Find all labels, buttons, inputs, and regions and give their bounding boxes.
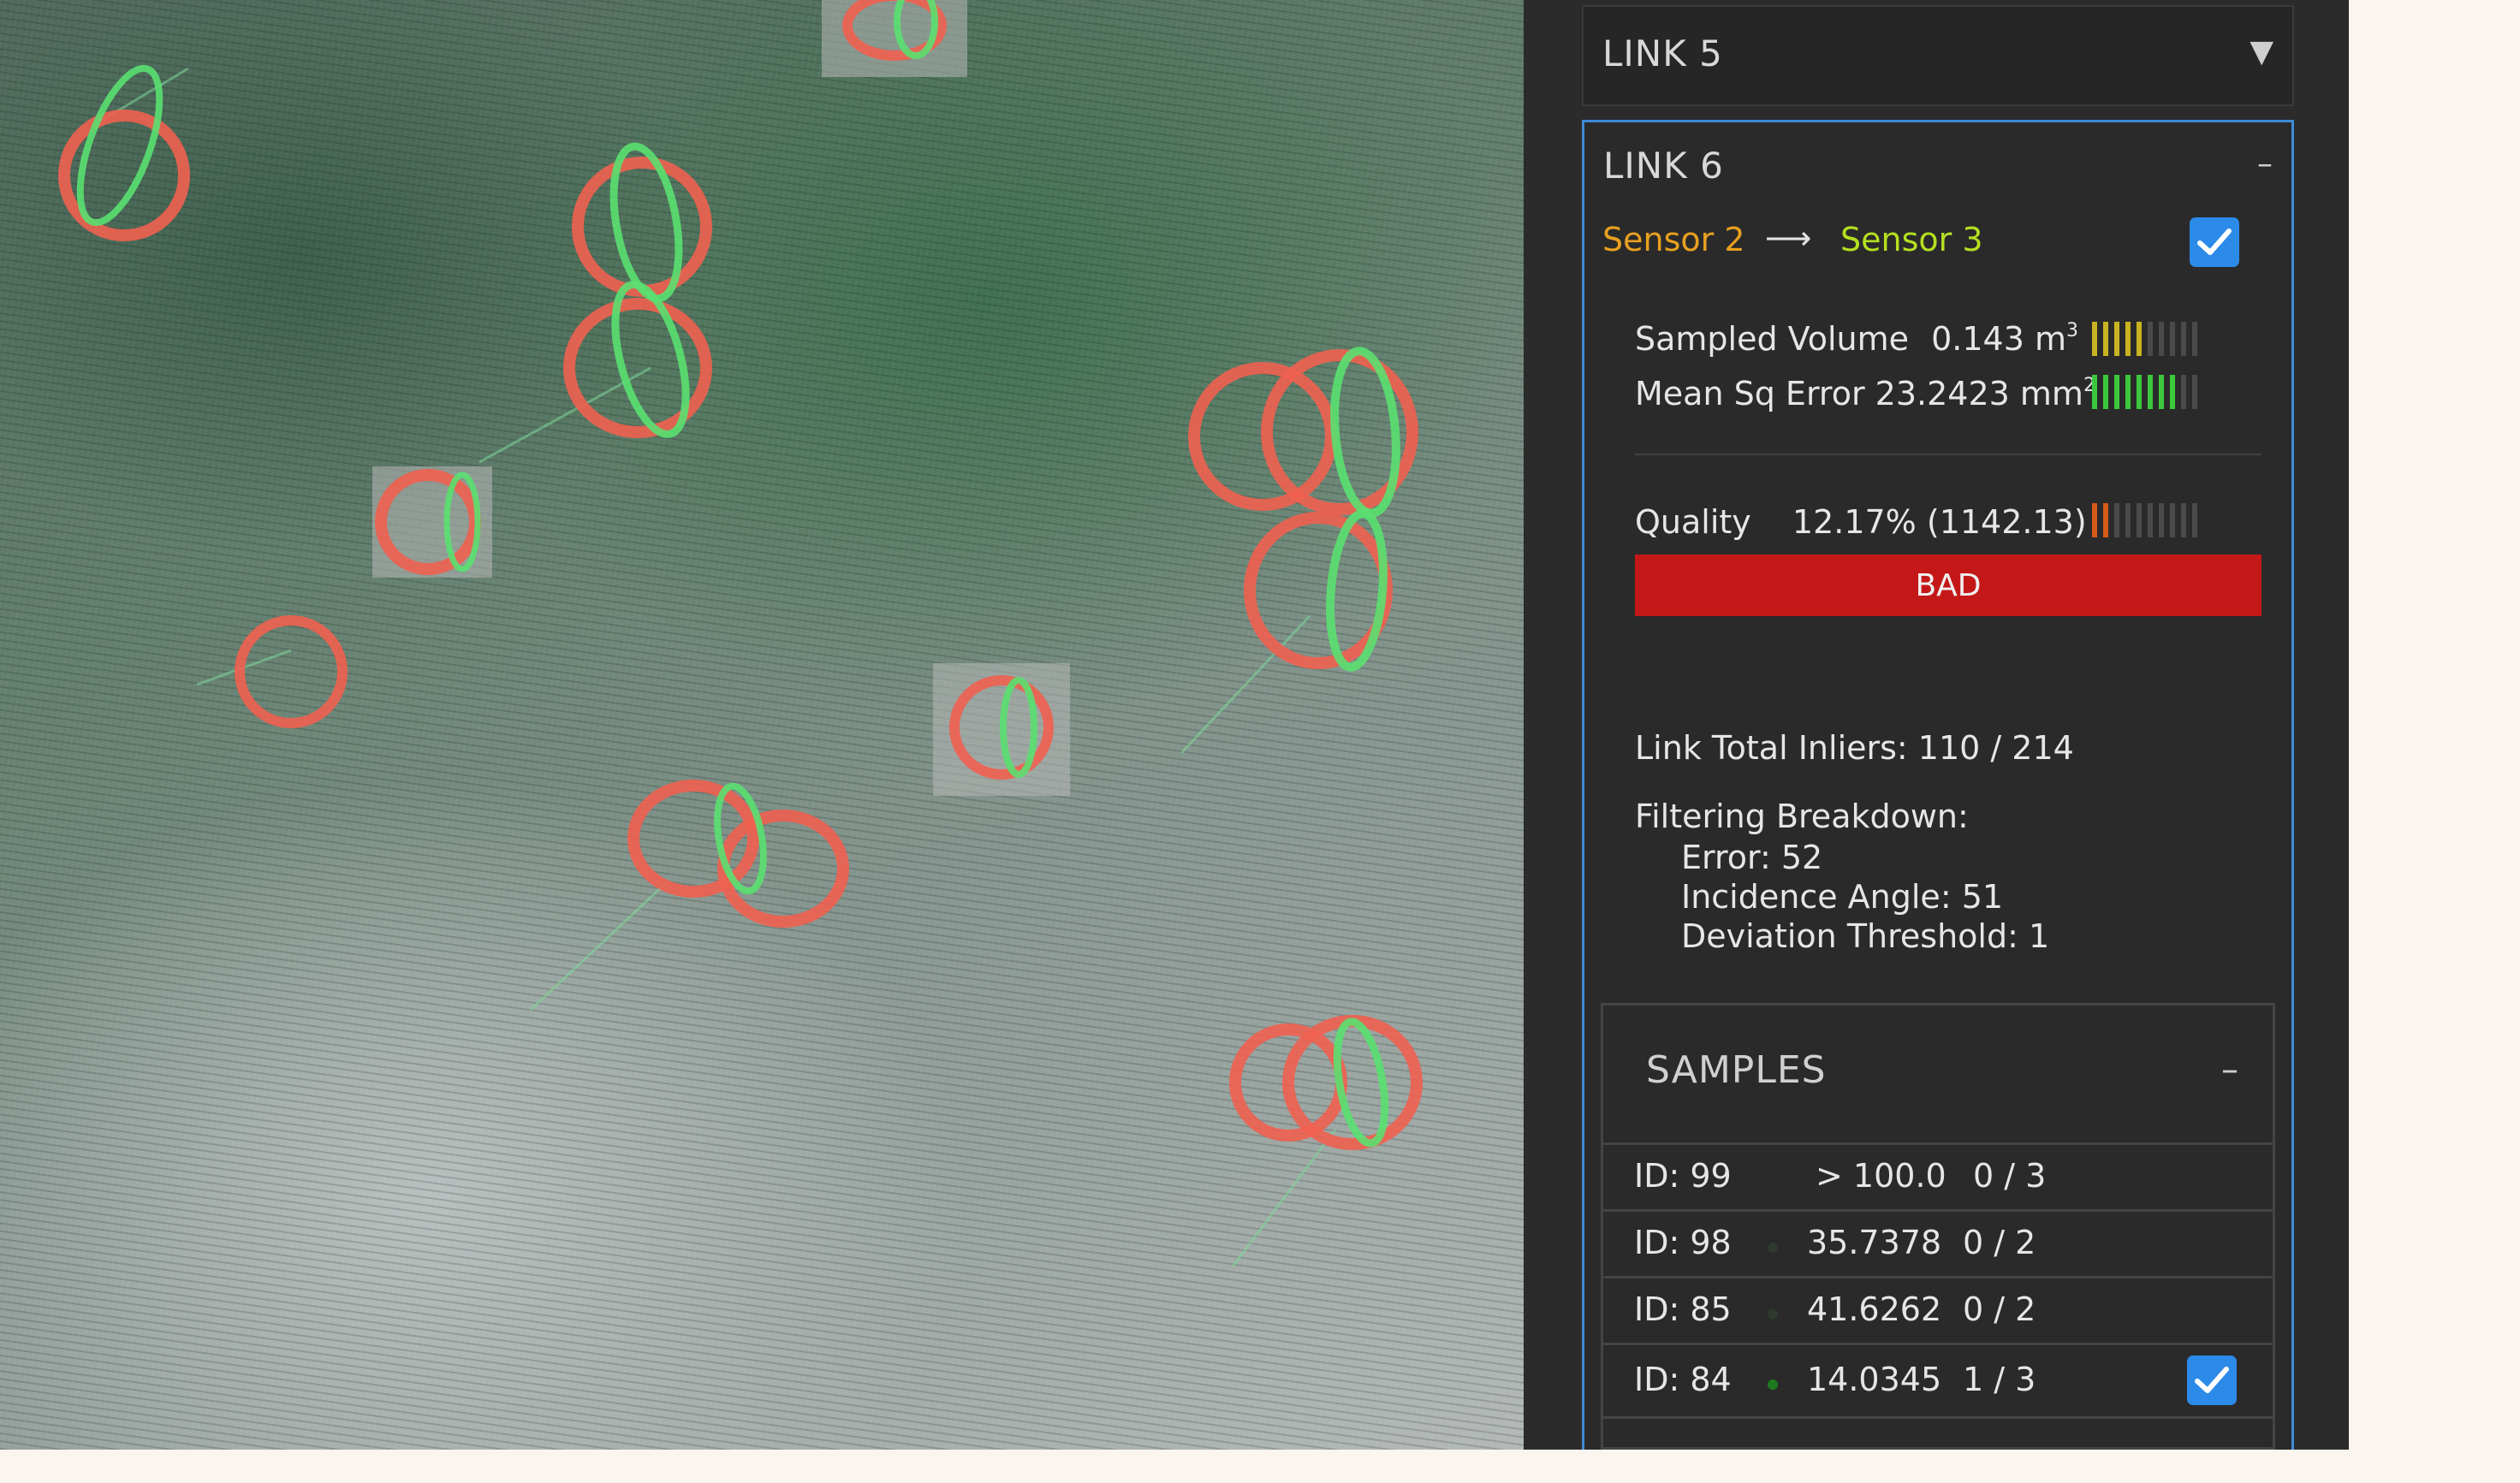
- meter-segment: [2137, 503, 2142, 537]
- sampled-volume-exponent: 3: [2066, 320, 2079, 341]
- meter-segment: [2092, 503, 2097, 537]
- quality-value: 12.17% (1142.13): [1792, 503, 2087, 541]
- meter-segment: [2159, 503, 2164, 537]
- sample-score: 35.7378: [1807, 1224, 1942, 1261]
- mean-sq-error-row: Mean Sq Error 23.2423 mm2: [1635, 375, 2095, 412]
- quality-meter: [2092, 503, 2197, 537]
- meter-segment: [2103, 322, 2108, 356]
- meter-segment: [2192, 503, 2197, 537]
- meter-segment: [2137, 375, 2142, 409]
- meter-segment: [2192, 322, 2197, 356]
- filter-incidence-angle-count: Incidence Angle: 51: [1681, 878, 2004, 916]
- sample-markers-layer: [58, 0, 1423, 1267]
- sample-count: 1 / 3: [1963, 1361, 2036, 1398]
- sample-score: 14.0345: [1807, 1361, 1942, 1398]
- meter-segment: [2192, 375, 2197, 409]
- meter-segment: [2103, 375, 2108, 409]
- sampled-volume-value: 0.143: [1931, 320, 2024, 358]
- sample-row[interactable]: ID: 84 14.0345 1 / 3: [1603, 1343, 2273, 1416]
- meter-segment: [2148, 503, 2153, 537]
- link-total-inliers: Link Total Inliers: 110 / 214: [1635, 729, 2074, 767]
- sample-marker-ring: [1333, 1017, 1389, 1148]
- sample-marker-ring: [235, 615, 348, 728]
- link-5-title: LINK 5: [1602, 33, 1723, 74]
- sample-count: 0 / 3: [1973, 1157, 2047, 1195]
- meter-segment: [2181, 322, 2186, 356]
- meter-segment: [2114, 503, 2119, 537]
- filter-deviation-threshold-count: Deviation Threshold: 1: [1681, 917, 2050, 955]
- sample-row[interactable]: ID: 85 41.6262 0 / 2: [1603, 1276, 2273, 1343]
- correspondence-line: [1231, 1129, 1337, 1267]
- meter-segment: [2148, 322, 2153, 356]
- meter-segment: [2114, 375, 2119, 409]
- sample-status-dot: [1768, 1309, 1778, 1320]
- sample-score: > 100.0: [1816, 1157, 1946, 1195]
- sampled-volume-row: Sampled Volume 0.143 m3: [1635, 320, 2078, 358]
- collapse-icon[interactable]: –: [2221, 1050, 2238, 1089]
- samples-section: SAMPLES – ID: 99 > 100.0 0 / 3 ID: 98 35…: [1601, 1003, 2275, 1450]
- sample-marker-ring: [1244, 512, 1393, 669]
- correspondence-line: [1180, 614, 1311, 755]
- sampled-volume-meter: [2092, 322, 2197, 356]
- expand-arrow-icon[interactable]: ▼: [2250, 34, 2273, 69]
- quality-row: Quality 12.17% (1142.13): [1635, 503, 2087, 541]
- sample-score: 41.6262: [1807, 1290, 1942, 1328]
- samples-title: SAMPLES: [1646, 1048, 1827, 1092]
- sample-id: ID: 99: [1634, 1157, 1732, 1195]
- meter-segment: [2170, 375, 2175, 409]
- meter-segment: [2148, 375, 2153, 409]
- meter-segment: [2092, 375, 2097, 409]
- meter-segment: [2103, 503, 2108, 537]
- sample-id: ID: 84: [1634, 1361, 1732, 1398]
- divider: [1635, 454, 2261, 455]
- sampled-volume-label: Sampled Volume: [1635, 320, 1910, 358]
- sample-id: ID: 98: [1634, 1224, 1732, 1261]
- sample-row[interactable]: [1603, 1416, 2273, 1483]
- correspondence-line: [529, 880, 669, 1011]
- point-cloud-viewport[interactable]: [0, 0, 1524, 1450]
- meter-segment: [2137, 322, 2142, 356]
- mean-sq-error-value: 23.2423: [1875, 375, 2010, 412]
- link-5-header[interactable]: LINK 5 ▼: [1582, 5, 2294, 106]
- meter-segment: [2125, 375, 2131, 409]
- meter-segment: [2114, 322, 2119, 356]
- sample-id: ID: 85: [1634, 1290, 1732, 1328]
- sample-marker-ring: [76, 64, 163, 227]
- arrow-right-icon: ⟶: [1765, 219, 1812, 257]
- link-6-enabled-checkbox[interactable]: [2190, 217, 2239, 267]
- sample-status-dot: [1768, 1379, 1778, 1390]
- checkmark-icon: [2197, 228, 2232, 255]
- meter-segment: [2159, 322, 2164, 356]
- meter-segment: [2170, 322, 2175, 356]
- sample-84-checkbox[interactable]: [2187, 1355, 2237, 1405]
- sampled-volume-unit: m: [2035, 320, 2067, 358]
- quality-status-badge: BAD: [1635, 555, 2261, 616]
- meter-segment: [2092, 322, 2097, 356]
- sample-row[interactable]: ID: 98 35.7378 0 / 2: [1603, 1209, 2273, 1276]
- filtering-breakdown-heading: Filtering Breakdown:: [1635, 798, 1969, 835]
- meter-segment: [2125, 503, 2131, 537]
- checkmark-icon: [2195, 1367, 2229, 1393]
- meter-segment: [2181, 375, 2186, 409]
- collapse-icon[interactable]: –: [2257, 146, 2273, 181]
- sensor-to-label: Sensor 3: [1840, 221, 1983, 258]
- filter-error-count: Error: 52: [1681, 839, 1823, 876]
- meter-segment: [2181, 503, 2186, 537]
- sample-count: 0 / 2: [1963, 1224, 2036, 1261]
- sample-row[interactable]: ID: 99 > 100.0 0 / 3: [1603, 1142, 2273, 1209]
- sample-status-dot: [1768, 1243, 1778, 1253]
- mean-sq-error-unit: mm: [2019, 375, 2083, 412]
- link-6-title: LINK 6: [1603, 145, 1724, 187]
- mean-sq-error-label: Mean Sq Error: [1635, 375, 1865, 412]
- quality-label: Quality: [1635, 503, 1751, 541]
- sensor-from-label: Sensor 2: [1602, 221, 1745, 258]
- sample-marker-ring: [572, 157, 712, 297]
- meter-segment: [2159, 375, 2164, 409]
- mean-sq-error-meter: [2092, 375, 2197, 409]
- meter-segment: [2170, 503, 2175, 537]
- sample-count: 0 / 2: [1963, 1290, 2036, 1328]
- meter-segment: [2125, 322, 2131, 356]
